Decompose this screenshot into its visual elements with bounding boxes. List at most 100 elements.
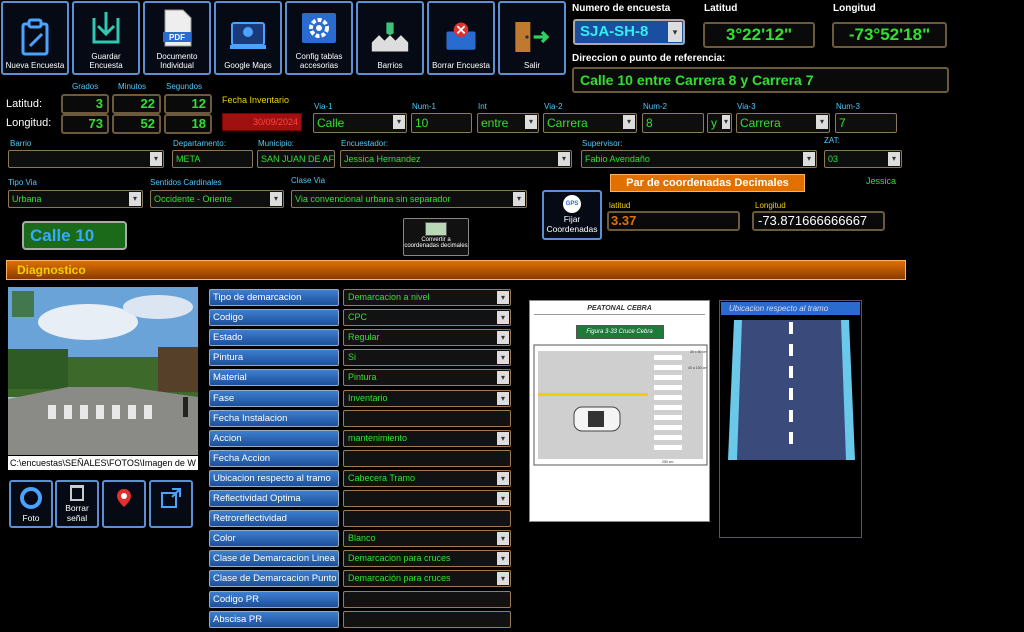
diag-label: Fecha Instalacion	[209, 409, 339, 427]
diag-select[interactable]: Demarcación para cruces ▾	[343, 570, 511, 588]
zat-select[interactable]: 03 ▾	[824, 150, 902, 168]
lat-minutes[interactable]: 22	[112, 94, 161, 114]
survey-number-select[interactable]: SJA-SH-8 ▾	[573, 19, 685, 45]
diag-label: Codigo	[209, 309, 339, 327]
via3-label: Via-3	[737, 102, 756, 111]
save-survey-button[interactable]: Guardar Encuesta	[72, 1, 140, 75]
delete-sign-button[interactable]: Borrar señal	[55, 480, 99, 528]
gear-icon	[299, 8, 339, 48]
diag-select[interactable]: Cabecera Tramo ▾	[343, 469, 511, 487]
lon-seconds[interactable]: 18	[164, 114, 212, 134]
diag-select[interactable]: Blanco ▾	[343, 530, 511, 548]
map-icon	[228, 17, 268, 57]
diag-value: Demarcación para cruces	[348, 573, 451, 584]
diag-select[interactable]: Demarcacion a nivel ▾	[343, 289, 511, 306]
new-survey-label: Nueva Encuesta	[5, 61, 65, 70]
new-survey-icon	[15, 17, 55, 57]
diag-select[interactable]: Si ▾	[343, 349, 511, 367]
diag-field[interactable]	[343, 510, 511, 528]
exit-button[interactable]: Salir	[498, 1, 566, 75]
lat-seconds[interactable]: 12	[164, 94, 212, 114]
new-survey-button[interactable]: Nueva Encuesta	[1, 1, 69, 75]
num1-label: Num-1	[412, 102, 437, 111]
inventory-date-field[interactable]: 30/09/2024	[222, 113, 302, 131]
photo-button[interactable]: Foto	[9, 480, 53, 528]
diag-value: Si	[348, 352, 357, 363]
road-class-select[interactable]: Via convencional urbana sin separador ▾	[291, 190, 527, 208]
export-image-button[interactable]	[149, 480, 193, 528]
num3-field[interactable]: 7	[835, 113, 897, 133]
svg-text:PDF: PDF	[169, 33, 185, 42]
diag-select[interactable]: Demarcacion para cruces ▾	[343, 550, 511, 568]
diag-value: Blanco	[348, 533, 376, 544]
lon-header-value: -73°52'18"	[832, 22, 947, 48]
directions-label: Sentidos Cardinales	[150, 178, 222, 187]
lon-header-label: Longitud	[833, 3, 876, 14]
surveyor-select[interactable]: Jessica Hernandez ▾	[340, 150, 572, 168]
diag-select[interactable]: CPC ▾	[343, 309, 511, 327]
num1-field[interactable]: 10	[411, 113, 472, 133]
chevron-down-icon: ▾	[803, 152, 815, 166]
int-select[interactable]: entre ▾	[477, 113, 539, 133]
fix-coordinates-button[interactable]: GPS Fijar Coordenadas	[542, 190, 602, 240]
surveyor-value: Jessica Hernandez	[344, 154, 421, 164]
map-location-button[interactable]	[102, 480, 146, 528]
config-tables-label: Config tablas accesorias	[295, 52, 343, 70]
diag-field[interactable]	[343, 449, 511, 467]
crosswalk-figure-title: PEATONAL CEBRA	[587, 305, 652, 312]
diag-select[interactable]: Inventario ▾	[343, 389, 511, 407]
config-tables-button[interactable]: Config tablas accesorias	[285, 1, 353, 75]
delete-survey-button[interactable]: Borrar Encuesta	[427, 1, 495, 75]
diag-select[interactable]: ▾	[343, 490, 511, 507]
photo-path-field[interactable]: C:\encuestas\SEÑALES\FOTOS\Imagen de W	[8, 456, 198, 470]
lat-degrees[interactable]: 3	[61, 94, 109, 114]
chevron-down-icon: ▾	[497, 311, 509, 325]
via1-label: Via-1	[314, 102, 333, 111]
google-maps-button[interactable]: Google Maps	[214, 1, 282, 75]
latitude-label: Latitud:	[6, 98, 43, 110]
road-location-title: Ubicacion respecto al tramo	[721, 302, 860, 315]
decimal-lon-field[interactable]: -73.871666666667	[752, 211, 885, 231]
diag-label: Ubicacion respecto al tramo	[209, 469, 339, 487]
dim-label-3: 250 cm	[662, 460, 674, 464]
diag-label: Material	[209, 369, 339, 387]
diag-label: Codigo PR	[209, 590, 339, 608]
num2-label: Num-2	[643, 102, 668, 111]
individual-document-button[interactable]: PDF Documento Individual	[143, 1, 211, 75]
convert-decimal-button[interactable]: Convertir a coordenadas decimales	[403, 218, 469, 256]
diag-field[interactable]	[343, 590, 511, 608]
diag-label: Tipo de demarcacion	[209, 289, 339, 306]
municipality-label: Municipio:	[258, 139, 295, 148]
directions-select[interactable]: Occidente - Oriente ▾	[150, 190, 284, 208]
supervisor-select[interactable]: Fabio Avendaño ▾	[581, 150, 817, 168]
lon-minutes[interactable]: 52	[112, 114, 161, 134]
diag-field[interactable]	[343, 610, 511, 628]
municipality-field[interactable]: SAN JUAN DE AF	[257, 150, 335, 168]
map-pin-icon	[113, 487, 135, 511]
diag-select[interactable]: mantenimiento ▾	[343, 429, 511, 447]
diag-select[interactable]: Pintura ▾	[343, 369, 511, 387]
diag-value: Regular	[348, 332, 380, 343]
via3-select[interactable]: Carrera ▾	[736, 113, 830, 133]
barrios-button[interactable]: Barrios	[356, 1, 424, 75]
diag-field[interactable]	[343, 409, 511, 427]
decimal-lat-label: latitud	[609, 201, 631, 210]
separator-select[interactable]: y ▾	[707, 113, 732, 133]
num2-field[interactable]: 8	[642, 113, 704, 133]
exit-label: Salir	[523, 61, 540, 70]
address-field[interactable]: Calle 10 entre Carrera 8 y Carrera 7	[572, 67, 949, 93]
road-class-label: Clase Via	[291, 176, 326, 185]
chevron-down-icon: ▾	[816, 115, 828, 129]
via2-select[interactable]: Carrera ▾	[543, 113, 637, 133]
grados-label: Grados	[72, 82, 99, 91]
segundos-label: Segundos	[166, 82, 203, 91]
fix-coordinates-label: Fijar Coordenadas	[546, 214, 598, 234]
diag-select[interactable]: Regular ▾	[343, 329, 511, 347]
decimal-lon-label: Longitud	[755, 201, 786, 210]
barrio-select[interactable]: ▾	[8, 150, 164, 168]
decimal-lat-field[interactable]: 3.37	[607, 211, 740, 231]
department-field[interactable]: META	[172, 150, 253, 168]
via1-select[interactable]: Calle ▾	[313, 113, 407, 133]
road-type-select[interactable]: Urbana ▾	[8, 190, 143, 208]
lon-degrees[interactable]: 73	[61, 114, 109, 134]
